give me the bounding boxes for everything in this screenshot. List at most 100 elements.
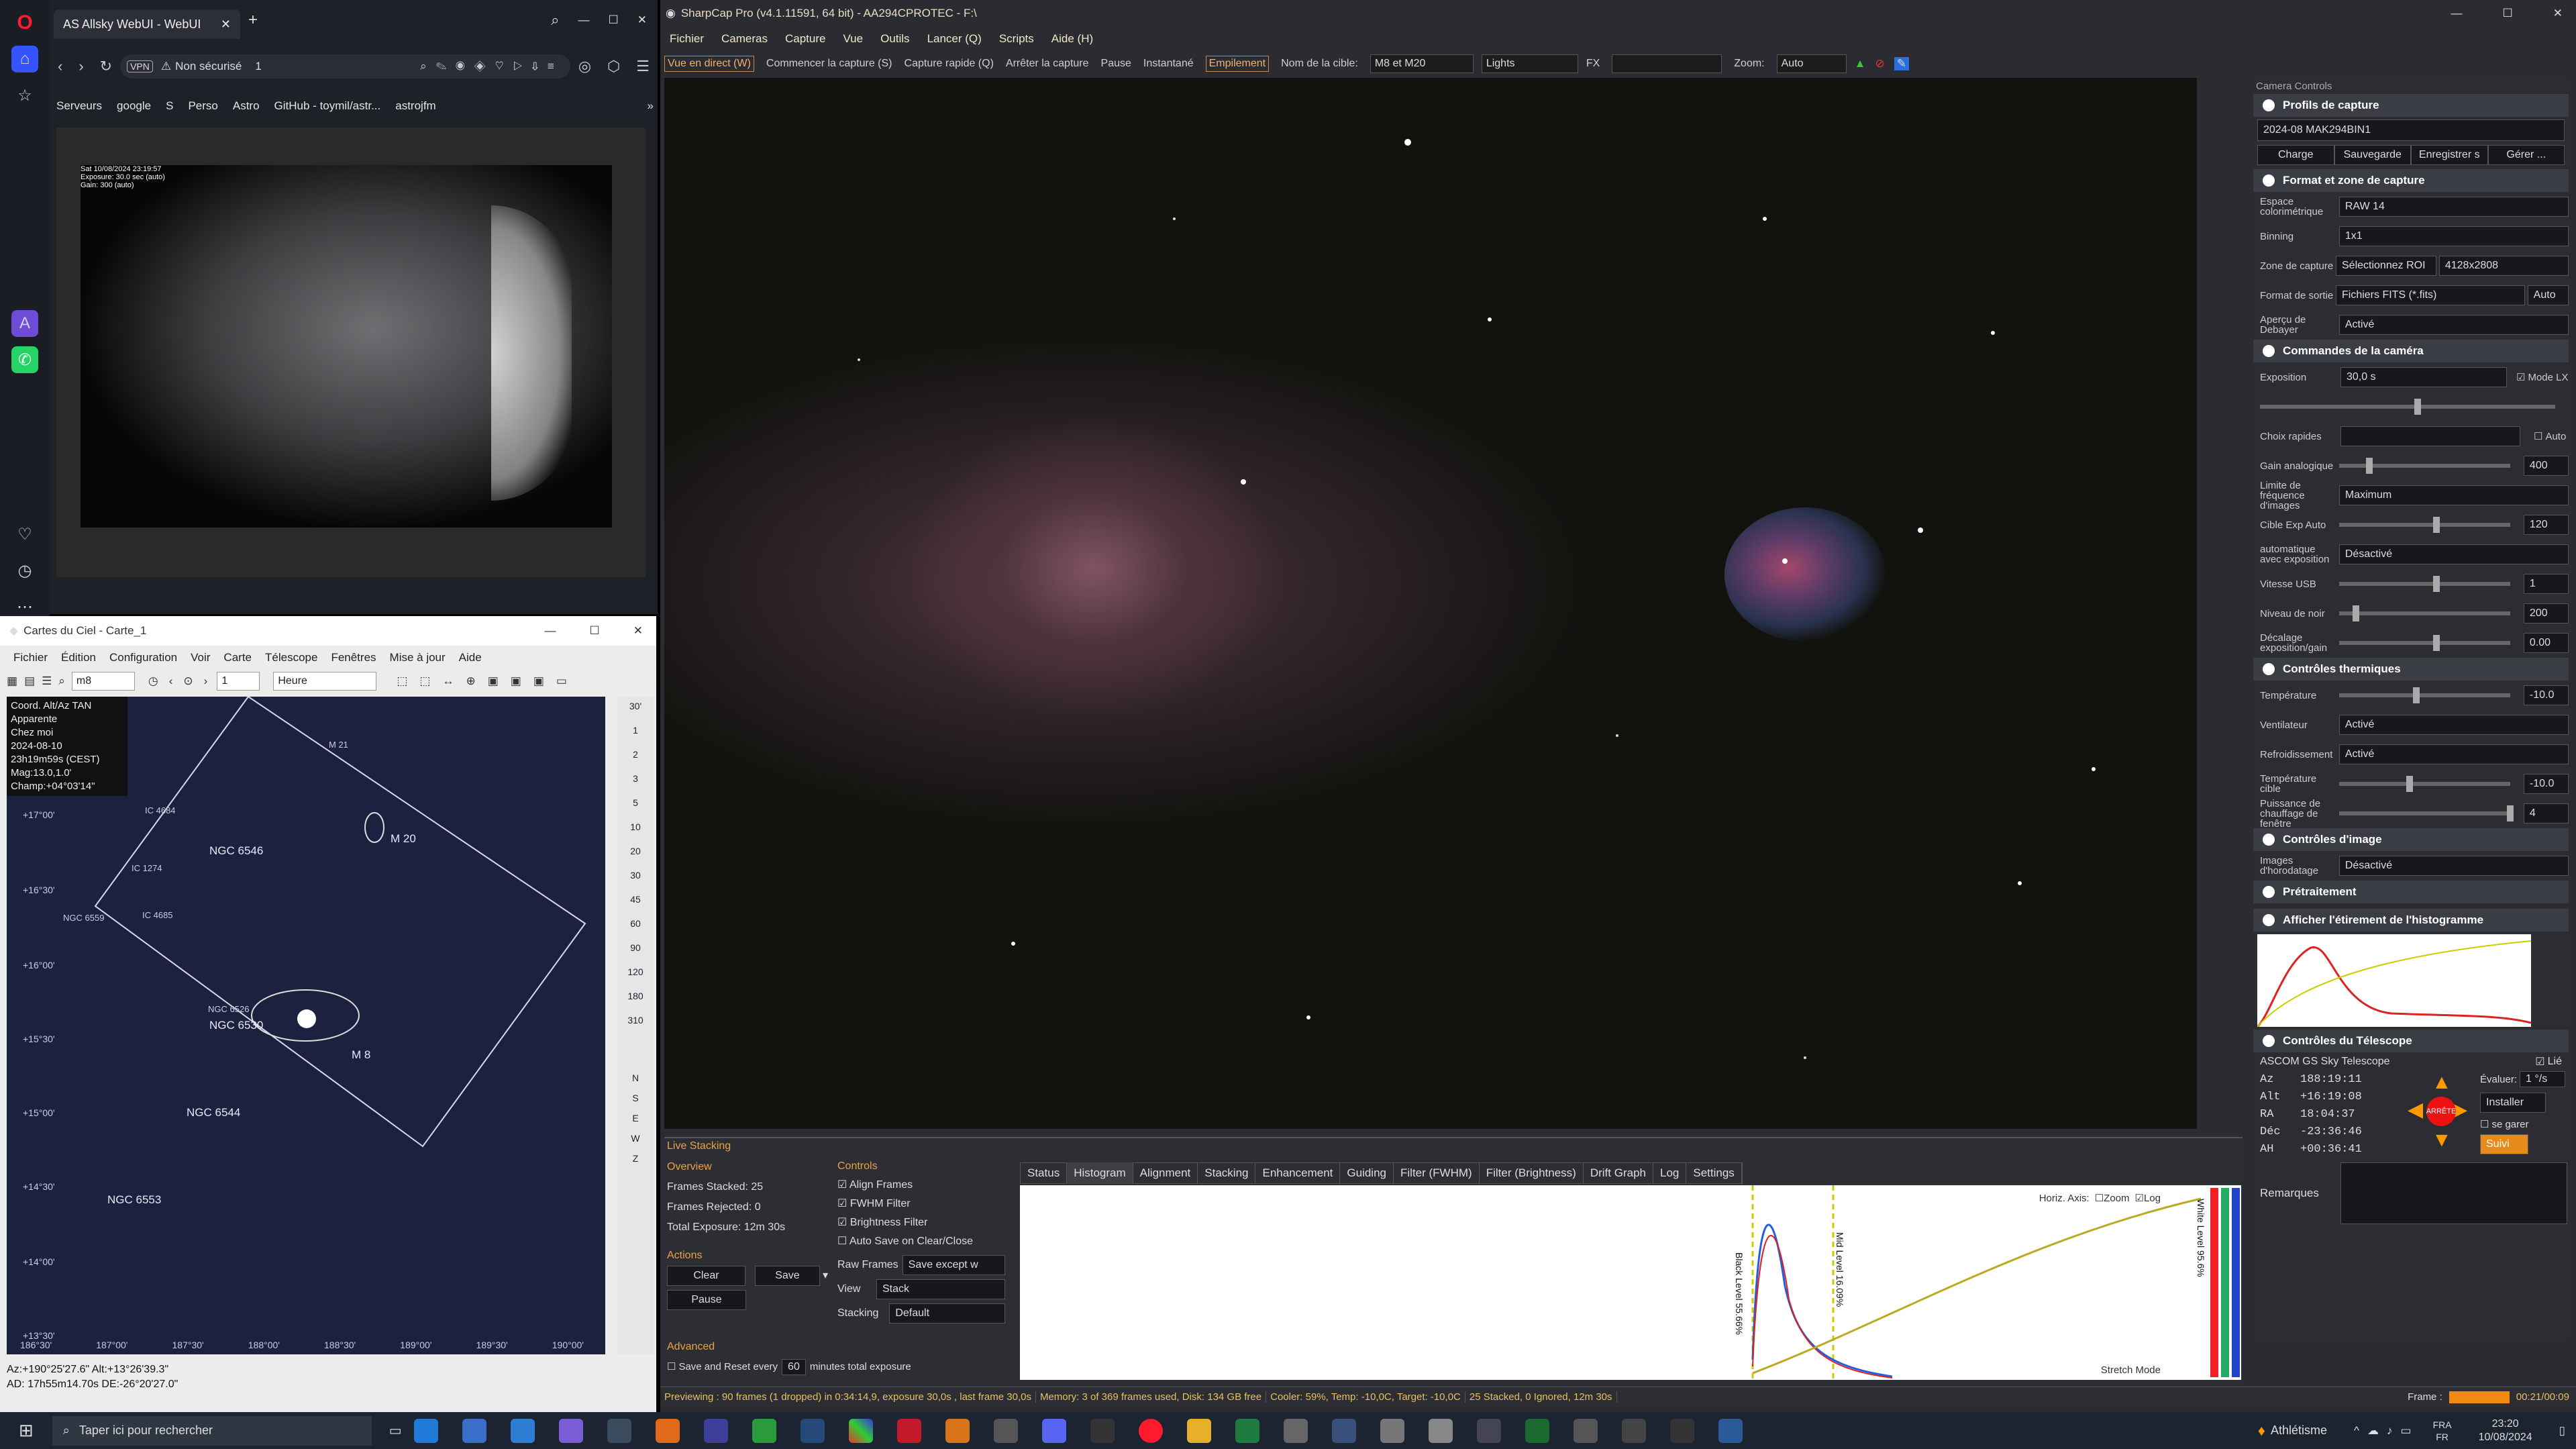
calendar-icon[interactable]: ▦ [7,674,17,688]
profile-manage-button[interactable]: Gérer ... [2487,145,2565,165]
zoom-level[interactable]: 20 [617,846,654,856]
fx-select[interactable] [1612,54,1722,73]
app-icon[interactable] [848,1418,873,1443]
excel-icon[interactable] [1235,1418,1259,1443]
view-tools-icons[interactable]: ⬚⬚↔⊕▣▣▣▭ [397,674,579,688]
extensions-icon[interactable]: ⬡ [607,58,620,75]
discord-icon[interactable] [1041,1418,1066,1443]
now-icon[interactable]: ⊙ [183,674,193,688]
install-button[interactable]: Installer [2480,1093,2546,1113]
frame-rate-select[interactable]: Maximum [2338,485,2569,505]
bookmark-astrojfm[interactable]: astrojfm [395,99,435,113]
zoom-level[interactable]: 45 [617,894,654,905]
bookmark-folder[interactable]: Astro [233,99,260,113]
news-widget[interactable]: Athlétisme [2271,1423,2327,1438]
zoom-checkbox[interactable]: ☐ [2095,1192,2104,1204]
zoom-level[interactable]: 90 [617,942,654,953]
profile-load-button[interactable]: Charge [2257,145,2334,165]
tab-drift-graph[interactable]: Drift Graph [1584,1162,1653,1184]
profile-save-as-button[interactable]: Enregistrer s [2411,145,2488,165]
zoom-level[interactable]: 10 [617,821,654,832]
maximize-icon[interactable]: ☐ [609,13,619,27]
notifications-icon[interactable]: ▯ [2559,1424,2565,1438]
blue-level-bar[interactable] [2232,1188,2240,1377]
tab-filter-fwhm[interactable]: Filter (FWHM) [1394,1162,1480,1184]
black-level-slider[interactable] [2338,605,2510,621]
output-format-select[interactable]: Fichiers FITS (*.fits) [2336,285,2525,305]
gain-slider[interactable] [2338,458,2510,474]
clear-button[interactable]: Clear [667,1266,745,1286]
debayer-select[interactable]: Activé [2338,315,2569,335]
menu-icon[interactable]: ☰ [636,58,650,75]
snapshot-button[interactable]: Instantané [1143,58,1194,70]
url-field[interactable]: VPN ⚠ Non sécurisé 1 ⌕✎◉◈♡▷⇩≡ [120,54,570,79]
target-temp-input[interactable]: -10.0 [2523,774,2569,794]
app-icon[interactable] [752,1418,776,1443]
cooling-select[interactable]: Activé [2338,744,2569,764]
slider-knob[interactable] [2432,576,2440,592]
menu-item[interactable]: Aide (H) [1051,32,1093,46]
app-icon[interactable] [558,1418,583,1443]
save-dropdown-icon[interactable]: ▾ [823,1266,828,1286]
heater-slider[interactable] [2338,805,2514,821]
terminal-icon[interactable] [1090,1418,1115,1443]
vpn-badge[interactable]: VPN [127,60,153,72]
remarks-field[interactable] [2340,1162,2567,1224]
map-object-label[interactable]: NGC 6544 [187,1106,240,1119]
map-object-label[interactable]: IC 1274 [132,863,162,873]
app-icon[interactable] [607,1418,631,1443]
list-icon[interactable]: ☰ [42,674,52,688]
file-explorer-icon[interactable] [1186,1418,1211,1443]
windows-start-icon[interactable]: ⊞ [19,1420,34,1441]
profile-icon[interactable]: ◎ [578,58,591,75]
camera-preview[interactable] [664,78,2197,1129]
offset-input[interactable]: 0.00 [2523,633,2569,653]
menu-item[interactable]: Aide [459,651,482,664]
menu-item[interactable]: Télescope [265,651,317,664]
quick-choice-select[interactable] [2340,426,2520,446]
menu-item[interactable]: Scripts [999,32,1034,46]
timestamp-select[interactable]: Désactivé [2338,856,2569,876]
app-icon[interactable] [1573,1418,1598,1443]
task-view-icon[interactable]: ▭ [389,1422,402,1439]
close-icon[interactable]: ✕ [221,17,231,32]
zoom-level[interactable]: 1 [617,725,654,736]
rate-select[interactable]: 1 °/s [2520,1071,2566,1087]
slew-west-icon[interactable]: ◀ [2408,1098,2423,1121]
map-object-label[interactable]: IC 4684 [145,805,176,815]
histogram-tool-icon[interactable]: ▲ [1855,57,1866,70]
zoom-level[interactable]: 120 [617,966,654,977]
browser-tab[interactable]: AS Allsky WebUI - WebUI ✕ [54,9,240,39]
map-object-label[interactable]: NGC 6546 [209,844,263,858]
app-icon[interactable] [703,1418,728,1443]
slider-knob[interactable] [2506,805,2514,821]
menu-item[interactable]: Fenêtres [331,651,376,664]
autosave-checkbox[interactable]: ☐ [837,1236,847,1247]
language-indicator[interactable]: FRA FR [2433,1419,2452,1443]
slider-knob[interactable] [2414,399,2421,415]
stop-slew-button[interactable]: ARRÊTE [2426,1097,2456,1126]
app-icon[interactable] [1283,1418,1308,1443]
map-object-label[interactable]: M 8 [352,1048,370,1062]
exposure-slider[interactable] [2260,399,2555,415]
app-icon[interactable] [1718,1418,1743,1443]
zoom-level[interactable]: 30' [617,701,654,711]
auto-with-exposure-select[interactable]: Désactivé [2338,544,2569,564]
more-bookmarks-icon[interactable]: » [648,99,654,113]
stacking-button[interactable]: Empilement [1205,56,1270,72]
camera-section-head[interactable]: Commandes de la caméra [2253,340,2569,362]
menu-item[interactable]: Voir [191,651,210,664]
map-object-label[interactable]: NGC 6530 [209,1019,263,1032]
minutes-input[interactable]: 60 [782,1359,806,1375]
menu-item[interactable]: Capture [785,32,825,46]
aria-icon[interactable]: A [11,310,38,337]
menu-item[interactable]: Outils [880,32,909,46]
map-object-label[interactable]: NGC 6553 [107,1193,161,1207]
bookmark-folder[interactable]: google [117,99,151,113]
close-icon[interactable]: ✕ [633,624,643,638]
object-search-input[interactable]: m8 [71,672,135,691]
edge-icon[interactable] [413,1418,438,1443]
fan-select[interactable]: Activé [2338,715,2569,735]
telescope-section-head[interactable]: Contrôles du Télescope [2253,1030,2569,1052]
frame-type-select[interactable]: Lights [1481,54,1578,73]
